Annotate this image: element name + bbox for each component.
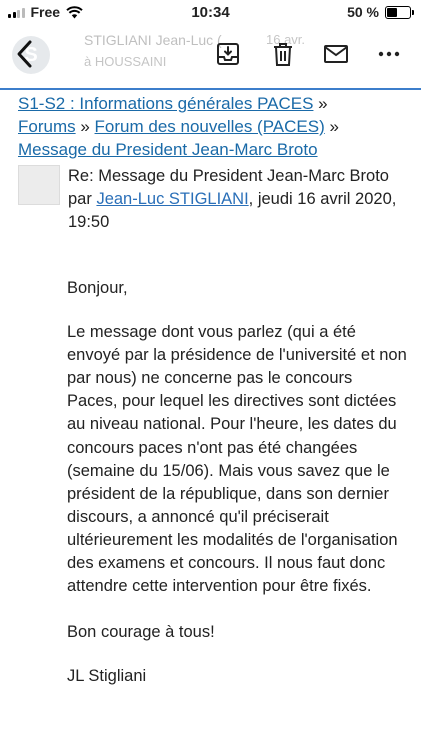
post-subject: Re: Message du President Jean-Marc Broto [68, 167, 389, 185]
trash-icon[interactable] [270, 41, 296, 67]
archive-icon[interactable] [215, 41, 241, 67]
more-icon[interactable] [376, 41, 402, 67]
message-greeting: Bonjour, [67, 279, 128, 297]
battery-percent: 50 % [347, 4, 379, 20]
back-chevron-icon[interactable] [12, 39, 38, 69]
battery-group: 50 % [347, 4, 414, 20]
breadcrumb-course-link[interactable]: S1-S2 : Informations générales PACES [18, 94, 313, 113]
battery-icon [385, 5, 414, 19]
message-body: Bonjour, Le message dont vous parlez (qu… [67, 277, 407, 688]
breadcrumb-separator: » [313, 94, 328, 113]
breadcrumb-forum-link[interactable]: Forum des nouvelles (PACES) [95, 117, 325, 136]
byline-prefix: par [68, 190, 97, 208]
breadcrumb-forums-link[interactable]: Forums [18, 117, 76, 136]
recipient-line: à HOUSSAINI [84, 54, 167, 69]
mail-toolbar: S STIGLIANI Jean-Luc ( 16 avr. à HOUSSAI… [0, 26, 421, 84]
message-signature: JL Stigliani [67, 667, 147, 686]
sender-name: STIGLIANI Jean-Luc ( [84, 32, 222, 48]
post-header: Re: Message du President Jean-Marc Broto… [68, 165, 408, 234]
breadcrumb-separator: » [324, 117, 339, 136]
author-link[interactable]: Jean-Luc STIGLIANI [96, 190, 248, 208]
author-avatar[interactable] [18, 165, 60, 205]
post-byline: par Jean-Luc STIGLIANI, jeudi 16 avril 2… [68, 188, 408, 234]
message-paragraph: Le message dont vous parlez (qui a été e… [67, 323, 407, 596]
header-divider [0, 88, 421, 90]
status-bar: Free 10:34 50 % [0, 0, 421, 26]
breadcrumb: S1-S2 : Informations générales PACES » F… [18, 92, 413, 161]
mail-icon[interactable] [323, 41, 349, 67]
message-closing: Bon courage à tous! [67, 623, 215, 642]
breadcrumb-thread-link[interactable]: Message du President Jean-Marc Broto [18, 140, 318, 159]
breadcrumb-separator: » [75, 117, 95, 136]
